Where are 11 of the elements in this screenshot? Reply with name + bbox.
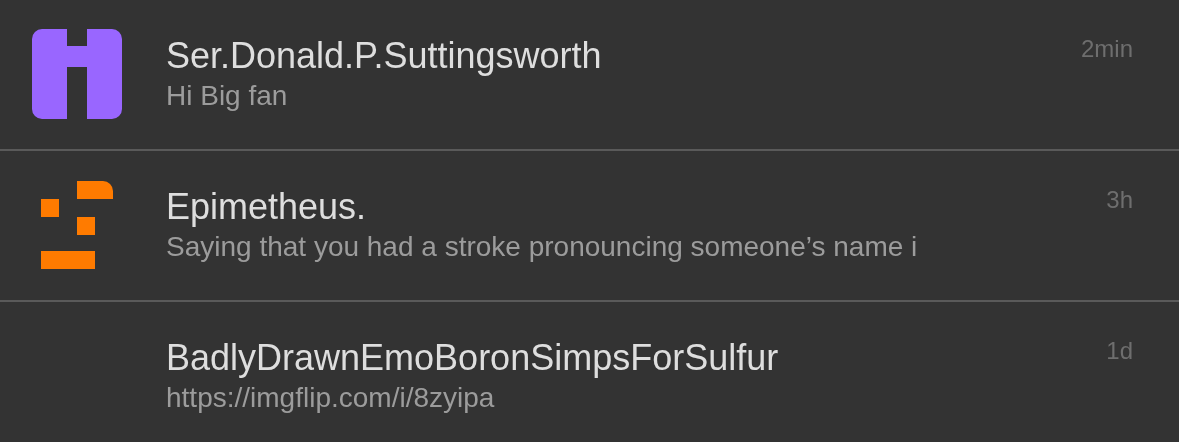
blocks-logo-icon [41,181,113,269]
message-preview: Hi Big fan [166,79,289,113]
timestamp: 2min [1080,34,1133,64]
timestamp: 1d [1106,336,1133,366]
sender-name: BadlyDrawnEmoBoronSimpsForSulfur [166,336,779,380]
h-logo-icon [32,29,122,119]
sender-name: Ser.Donald.P.Suttingsworth [166,34,602,78]
timestamp: 3h [1106,185,1133,215]
message-preview: Saying that you had a stroke pronouncing someone’s name i [166,230,919,264]
message-preview: https://imgflip.com/i/8zyipa [166,381,496,415]
sender-name: Epimetheus. [166,185,367,229]
